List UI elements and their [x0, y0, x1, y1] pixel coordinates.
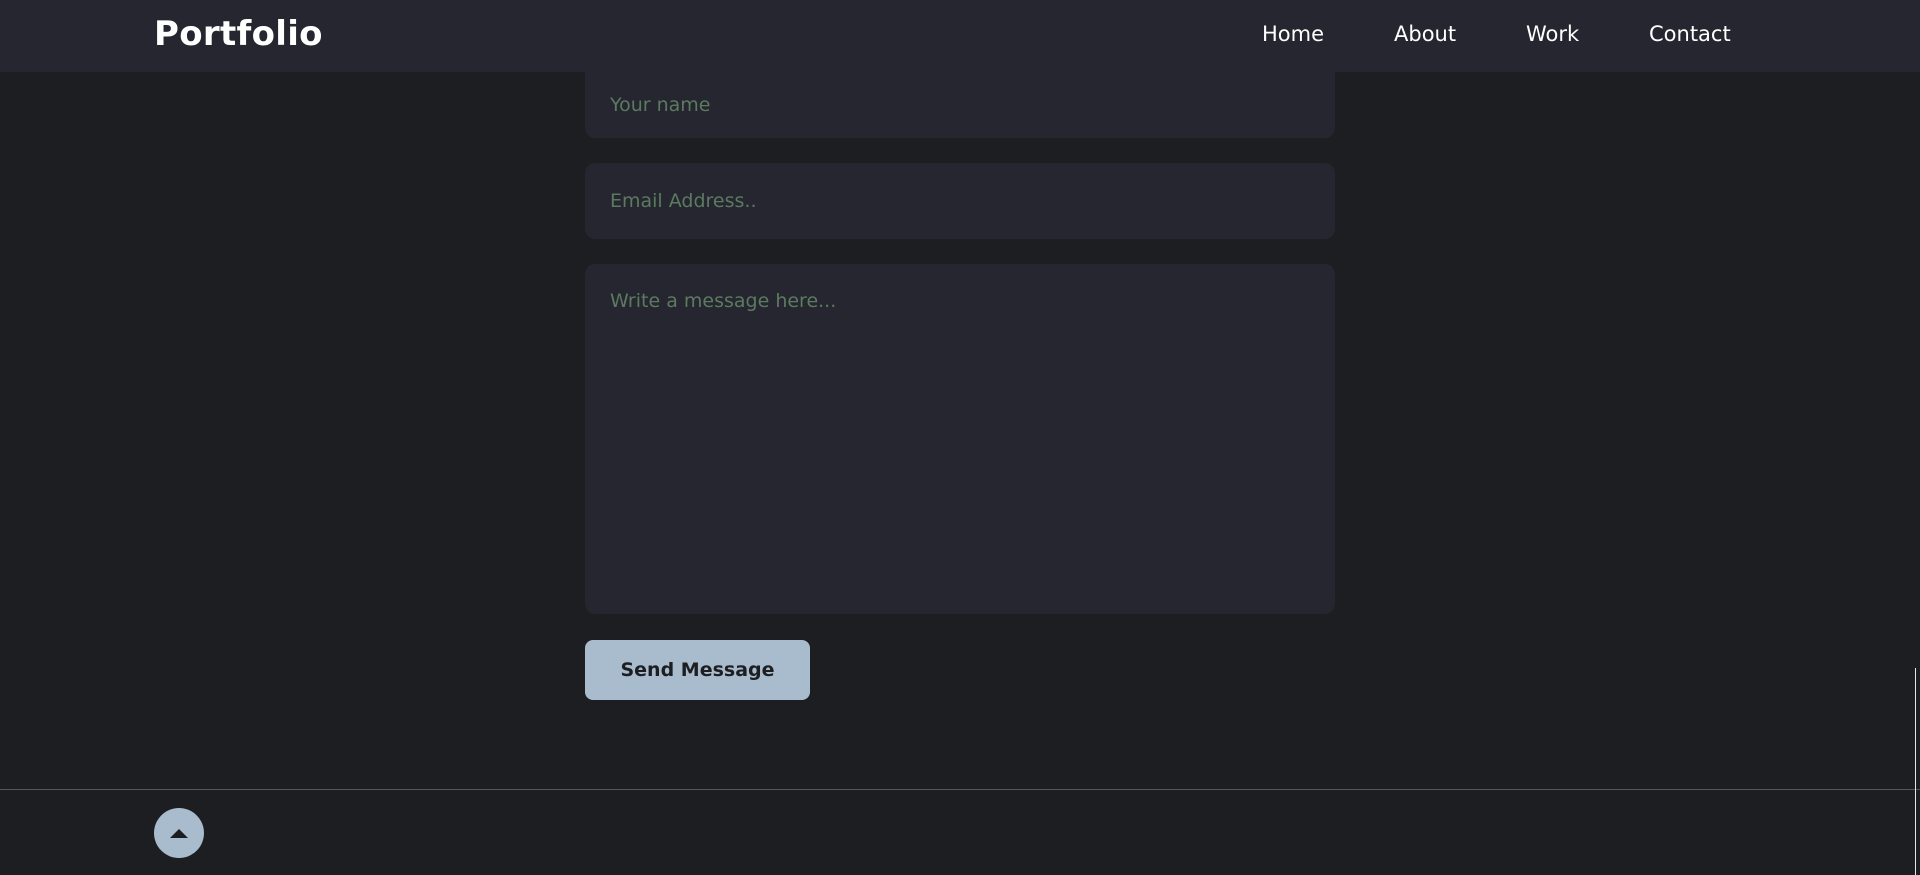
scrollbar[interactable] — [1915, 668, 1916, 875]
name-input[interactable] — [585, 62, 1335, 138]
arrow-up-icon — [170, 828, 188, 838]
nav-link-contact[interactable]: Contact — [1649, 22, 1731, 46]
nav-link-home[interactable]: Home — [1262, 22, 1324, 46]
send-message-button[interactable]: Send Message — [585, 640, 810, 700]
page: Portfolio Home About Work Contact Send M… — [0, 0, 1920, 875]
message-textarea[interactable] — [585, 264, 1335, 614]
back-to-top-button[interactable] — [154, 808, 204, 858]
nav-link-work[interactable]: Work — [1526, 22, 1579, 46]
email-input[interactable] — [585, 163, 1335, 239]
site-header: Portfolio Home About Work Contact — [0, 0, 1920, 72]
nav-link-about[interactable]: About — [1394, 22, 1456, 46]
footer-divider — [0, 789, 1920, 790]
main-nav: Home About Work Contact — [0, 22, 1920, 52]
